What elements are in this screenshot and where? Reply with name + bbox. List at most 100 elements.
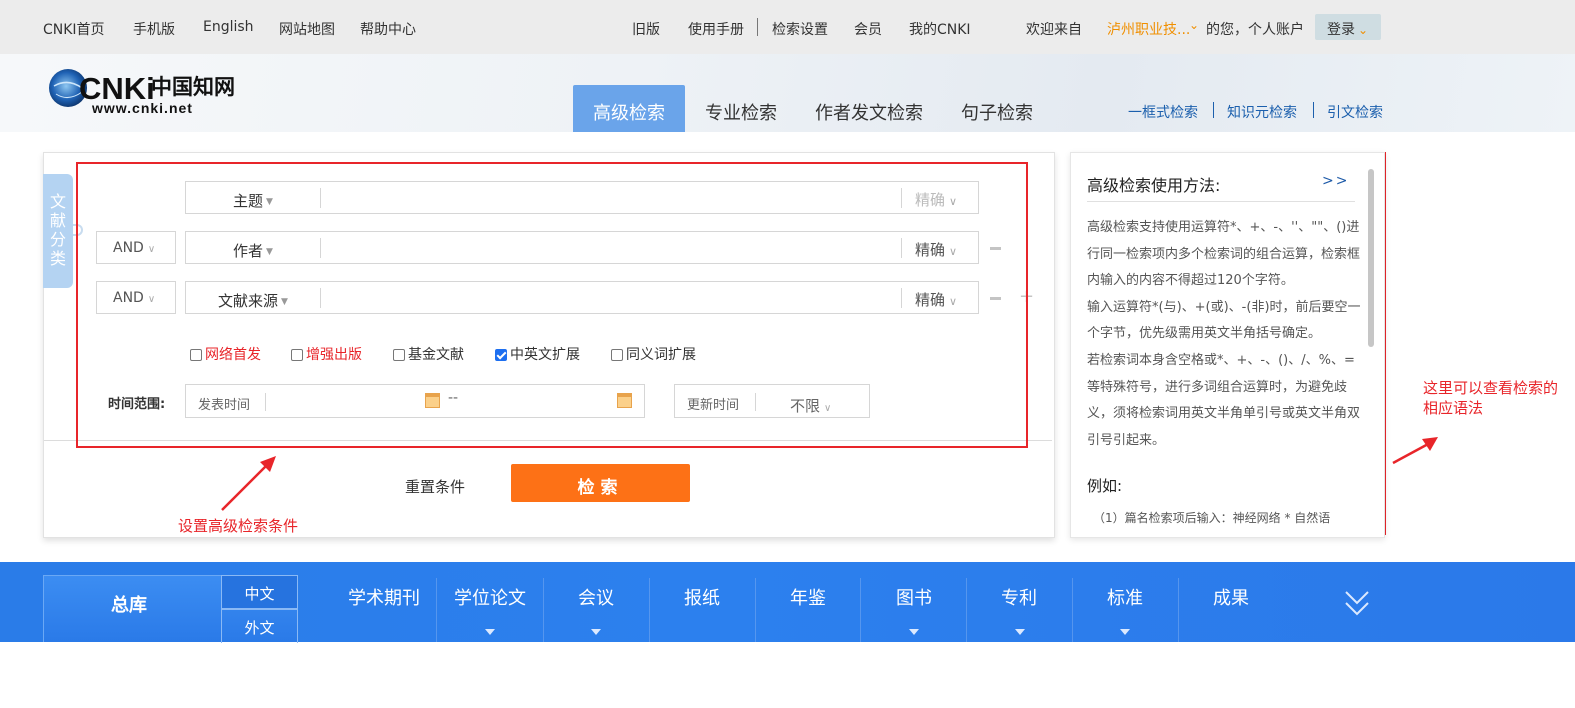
divider — [860, 578, 861, 642]
help-scrollbar[interactable] — [1368, 169, 1374, 347]
field-select-1[interactable]: 主题 ▼ — [186, 182, 320, 213]
search-input-2[interactable] — [326, 235, 896, 260]
nav-old-version[interactable]: 旧版 — [632, 19, 660, 39]
logo-cn-text: 中国知网 — [151, 74, 235, 99]
category-achievements[interactable]: 成果 — [1213, 584, 1249, 610]
update-time-value[interactable]: 不限 ∨ — [790, 395, 831, 416]
field-select-2[interactable]: 作者 ▼ — [186, 232, 320, 263]
link-citation-search[interactable]: 引文检索 — [1327, 102, 1383, 122]
add-row-icon[interactable]: + — [1019, 288, 1034, 306]
checkbox-cn-en-expansion[interactable]: 中英文扩展 — [495, 344, 580, 364]
checkbox-label: 网络首发 — [205, 347, 261, 363]
link-single-box-search[interactable]: 一框式检索 — [1128, 102, 1198, 122]
divider — [757, 18, 758, 36]
nav-mobile[interactable]: 手机版 — [133, 19, 175, 39]
caret-down-icon[interactable] — [909, 629, 919, 635]
chevron-down-icon[interactable]: ⌄ — [1189, 18, 1199, 32]
account-text[interactable]: 的您，个人账户 — [1206, 19, 1304, 39]
caret-down-icon[interactable] — [591, 629, 601, 635]
lang-chinese[interactable]: 中文 — [221, 575, 298, 609]
double-chevron-down-icon[interactable] — [1344, 588, 1370, 618]
reset-button[interactable]: 重置条件 — [405, 476, 465, 497]
divider — [901, 238, 902, 258]
checkbox-box[interactable] — [393, 349, 405, 361]
checkbox-enhanced-publish[interactable]: 增强出版 — [291, 344, 362, 364]
chevron-down-icon: ∨ — [949, 295, 958, 308]
category-newspapers[interactable]: 报纸 — [684, 584, 720, 610]
tab-professional-search[interactable]: 专业检索 — [699, 85, 783, 132]
nav-english[interactable]: English — [203, 19, 254, 35]
tab-author-search[interactable]: 作者发文检索 — [810, 85, 928, 132]
document-category-tab[interactable]: 文献分类 — [43, 174, 73, 288]
checkbox-box[interactable] — [291, 349, 303, 361]
checkbox-box[interactable] — [190, 349, 202, 361]
tab-sentence-search[interactable]: 句子检索 — [955, 85, 1039, 132]
lang-foreign[interactable]: 外文 — [221, 609, 298, 643]
category-journals[interactable]: 学术期刊 — [348, 584, 420, 610]
nav-help-center[interactable]: 帮助中心 — [360, 19, 416, 39]
checkbox-synonym-expansion[interactable]: 同义词扩展 — [611, 344, 696, 364]
divider — [320, 288, 321, 308]
cnki-logo[interactable]: CNKi 中国知网 www.cnki.net — [46, 64, 251, 118]
category-patents[interactable]: 专利 — [1001, 584, 1037, 610]
divider — [649, 578, 650, 642]
chevron-down-icon: ∨ — [949, 245, 958, 258]
search-row-3: 文献来源 ▼ 精确 ∨ — [185, 281, 979, 314]
publish-date-range: 发表时间 -- — [185, 384, 645, 418]
nav-cnki-home[interactable]: CNKI首页 — [43, 19, 105, 39]
nav-search-settings[interactable]: 检索设置 — [772, 19, 828, 39]
login-label: 登录 — [1327, 22, 1355, 38]
search-input-3[interactable] — [326, 285, 896, 310]
precision-select-2[interactable]: 精确 ∨ — [915, 239, 957, 260]
nav-my-cnki[interactable]: 我的CNKI — [909, 19, 971, 39]
help-more-link[interactable]: >> — [1322, 173, 1349, 189]
nav-sitemap[interactable]: 网站地图 — [279, 19, 335, 39]
link-knowledge-search[interactable]: 知识元检索 — [1227, 102, 1297, 122]
caret-down-icon[interactable] — [1015, 629, 1025, 635]
search-input-1[interactable] — [326, 185, 896, 210]
checkbox-box-checked[interactable] — [495, 349, 507, 361]
help-paragraph: 输入运算符*(与)、+(或)、-(非)时，前后要空一个字节，优先级需用英文半角括… — [1087, 299, 1361, 342]
divider — [1213, 102, 1214, 118]
institution-name[interactable]: 泸州职业技... — [1107, 19, 1190, 39]
operator-label: AND — [113, 290, 144, 306]
chevron-down-icon: ⌄ — [1358, 23, 1369, 37]
nav-member[interactable]: 会员 — [854, 19, 882, 39]
remove-row-icon[interactable] — [990, 247, 1001, 250]
category-conferences[interactable]: 会议 — [578, 584, 614, 610]
help-title: 高级检索使用方法: — [1087, 176, 1221, 195]
chevron-down-icon: ∨ — [824, 403, 832, 414]
nav-manual[interactable]: 使用手册 — [688, 19, 744, 39]
precision-select-1[interactable]: 精确 ∨ — [915, 189, 957, 210]
category-dissertations[interactable]: 学位论文 — [454, 584, 526, 610]
operator-select-3[interactable]: AND ∨ — [96, 281, 176, 314]
checkbox-online-first[interactable]: 网络首发 — [190, 344, 261, 364]
operator-select-2[interactable]: AND ∨ — [96, 231, 176, 264]
category-yearbooks[interactable]: 年鉴 — [790, 584, 826, 610]
category-standards[interactable]: 标准 — [1107, 584, 1143, 610]
checkbox-label: 中英文扩展 — [510, 347, 580, 363]
login-button[interactable]: 登录 ⌄ — [1315, 14, 1381, 40]
annotation-arrow-icon — [221, 456, 276, 511]
calendar-icon[interactable] — [425, 393, 440, 408]
category-books[interactable]: 图书 — [896, 584, 932, 610]
divider — [1087, 201, 1355, 202]
calendar-icon[interactable] — [617, 393, 632, 408]
caret-down-icon[interactable] — [485, 629, 495, 635]
caret-down-icon: ▼ — [281, 296, 288, 307]
tab-advanced-search[interactable]: 高级检索 — [573, 85, 685, 132]
field-select-3[interactable]: 文献来源 ▼ — [186, 282, 320, 313]
precision-label: 精确 — [915, 291, 946, 309]
divider — [1313, 102, 1314, 118]
search-button[interactable]: 检索 — [511, 464, 690, 502]
field-select-label: 文献来源 — [218, 292, 279, 310]
precision-select-3[interactable]: 精确 ∨ — [915, 289, 957, 310]
caret-down-icon: ▼ — [266, 246, 273, 257]
caret-down-icon[interactable] — [1120, 629, 1130, 635]
date-separator: -- — [448, 390, 459, 406]
checkbox-fund-literature[interactable]: 基金文献 — [393, 344, 464, 364]
divider — [436, 578, 437, 642]
caret-down-icon: ▼ — [266, 196, 273, 207]
remove-row-icon[interactable] — [990, 297, 1001, 300]
checkbox-box[interactable] — [611, 349, 623, 361]
